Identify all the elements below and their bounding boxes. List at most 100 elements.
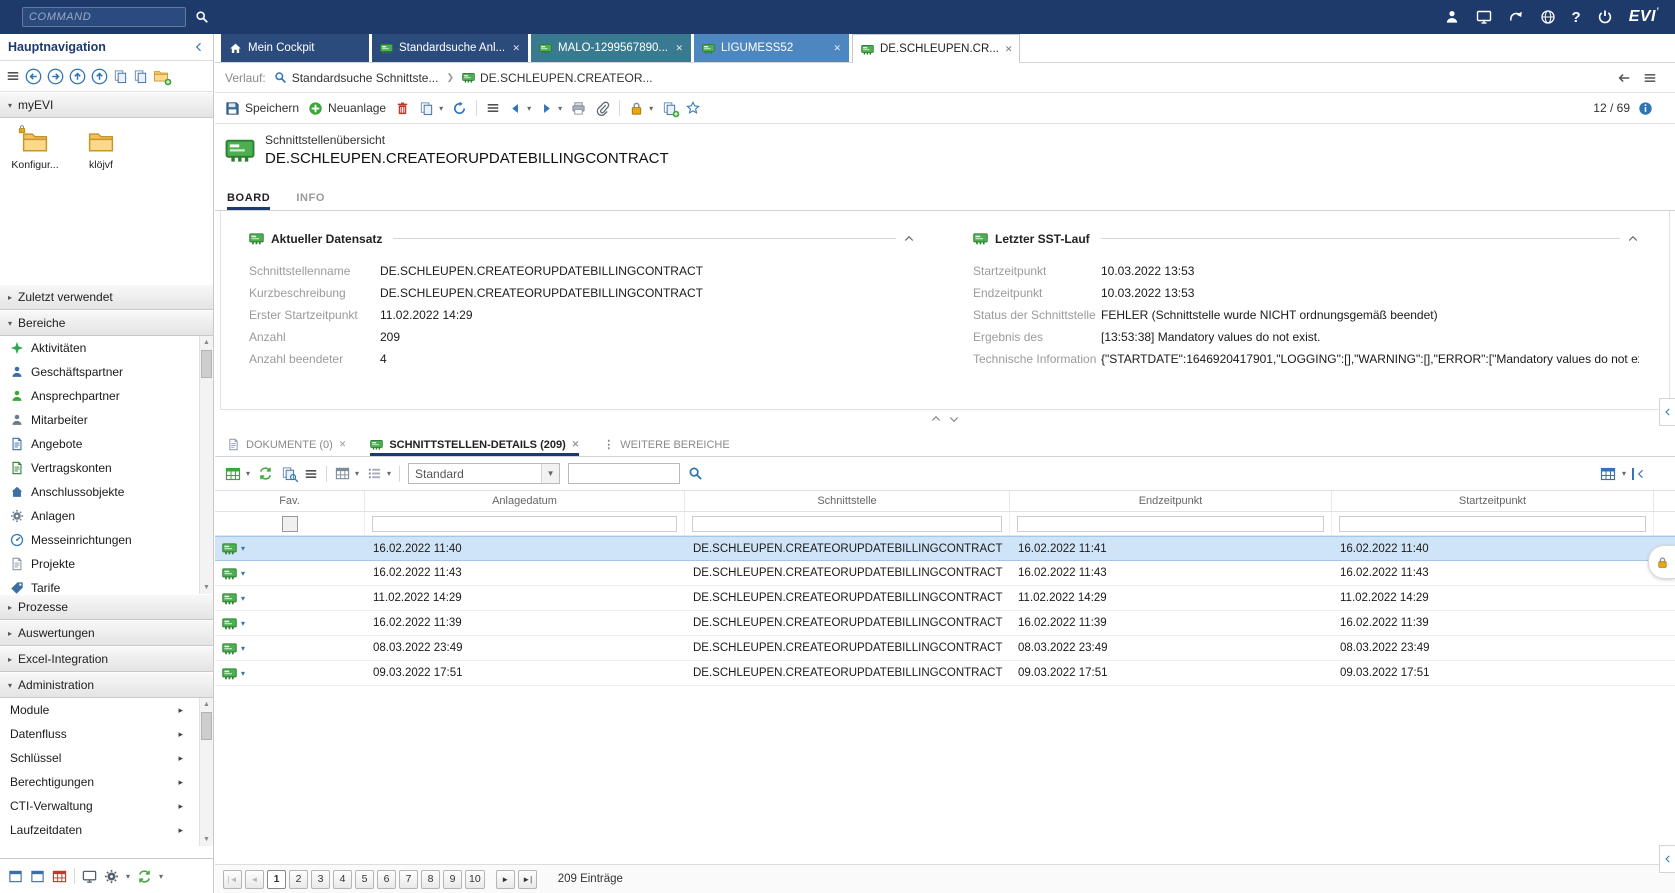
command-search-icon[interactable] xyxy=(195,10,209,24)
scroll-up-icon[interactable]: ▲ xyxy=(200,336,213,349)
refresh-icon[interactable] xyxy=(452,101,467,116)
scroll-up-icon[interactable]: ▲ xyxy=(200,698,213,711)
bereiche-scrollbar[interactable]: ▲ ▼ xyxy=(199,336,213,594)
sidebar-item-projekte[interactable]: Projekte xyxy=(0,552,213,576)
row-menu-caret-icon[interactable]: ▾ xyxy=(241,644,245,653)
first-page-button[interactable]: |◄ xyxy=(223,870,242,889)
close-icon[interactable]: ✕ xyxy=(572,439,580,450)
dropdown-caret-icon[interactable]: ▾ xyxy=(126,872,130,881)
sidebar-item-laufzeitdaten[interactable]: Laufzeitdaten ▸ xyxy=(0,818,213,842)
sidebar-item-angebote[interactable]: Angebote xyxy=(0,432,213,456)
delete-icon[interactable] xyxy=(395,101,410,116)
filter-input-startzeitpunkt[interactable] xyxy=(1339,516,1646,532)
section-excel-integration[interactable]: ▸ Excel-Integration xyxy=(0,646,213,672)
row-menu-caret-icon[interactable]: ▾ xyxy=(241,669,245,678)
page-button-2[interactable]: 2 xyxy=(289,870,308,889)
attachment-icon[interactable] xyxy=(595,101,610,116)
collapse-panel-icon[interactable] xyxy=(1627,233,1639,245)
nav-up-icon[interactable] xyxy=(69,68,86,85)
filter-input-endzeitpunkt[interactable] xyxy=(1017,516,1324,532)
breadcrumb-standardsuche[interactable]: Standardsuche Schnittste... xyxy=(274,71,439,85)
menu-icon[interactable] xyxy=(486,101,500,115)
scroll-down-icon[interactable]: ▼ xyxy=(200,833,213,846)
quick-filter-input[interactable] xyxy=(568,463,680,484)
panel-splitter[interactable] xyxy=(215,410,1675,428)
last-page-button[interactable]: ►| xyxy=(518,870,537,889)
add-document-button[interactable] xyxy=(662,101,677,116)
tab-info[interactable]: INFO xyxy=(296,192,325,210)
tab-schnittstellen-details[interactable]: SCHNITTSTELLEN-DETAILS (209) ✕ xyxy=(370,438,579,456)
table-row[interactable]: ▾ 09.03.2022 17:51 DE.SCHLEUPEN.CREATEOR… xyxy=(215,661,1675,686)
sidebar-item-cti-verwaltung[interactable]: CTI-Verwaltung ▸ xyxy=(0,794,213,818)
column-header-endzeitpunkt[interactable]: Endzeitpunkt xyxy=(1010,491,1332,511)
tab-mein-cockpit[interactable]: Mein Cockpit xyxy=(221,34,369,62)
previous-page-button[interactable]: ◄ xyxy=(245,870,264,889)
folder-kloejvf[interactable]: klöjvf xyxy=(70,128,132,171)
sidebar-item-aktivitaeten[interactable]: Aktivitäten xyxy=(0,336,213,360)
red-table-icon[interactable] xyxy=(52,869,67,884)
folder-konfigur[interactable]: Konfigur... xyxy=(4,128,66,171)
administration-scrollbar[interactable]: ▲ ▼ xyxy=(199,698,213,846)
close-icon[interactable]: ✕ xyxy=(339,439,347,450)
sidebar-item-module[interactable]: Module ▸ xyxy=(0,698,213,722)
section-zuletzt-verwendet[interactable]: ▸ Zuletzt verwendet xyxy=(0,284,213,310)
window-icon[interactable] xyxy=(8,869,23,884)
sidebar-item-datenfluss[interactable]: Datenfluss ▸ xyxy=(0,722,213,746)
column-header-schnittstelle[interactable]: Schnittstelle xyxy=(685,491,1010,511)
splitter-down-icon[interactable] xyxy=(948,413,960,425)
table-row[interactable]: ▾ 11.02.2022 14:29 DE.SCHLEUPEN.CREATEOR… xyxy=(215,586,1675,611)
section-administration[interactable]: ▾ Administration xyxy=(0,672,213,698)
history-menu-icon[interactable] xyxy=(1643,71,1657,85)
page-button-10[interactable]: 10 xyxy=(465,870,485,889)
new-folder-icon[interactable] xyxy=(153,68,169,84)
user-icon[interactable] xyxy=(1444,9,1460,25)
page-button-4[interactable]: 4 xyxy=(333,870,352,889)
print-icon[interactable] xyxy=(571,101,586,116)
close-icon[interactable]: ✕ xyxy=(833,43,841,54)
menu-icon[interactable] xyxy=(304,467,318,481)
close-icon[interactable]: ✕ xyxy=(512,43,520,54)
column-header-anlagedatum[interactable]: Anlagedatum xyxy=(365,491,685,511)
sidebar-item-tarife[interactable]: Tarife xyxy=(0,576,213,594)
tab-ligumess52[interactable]: LIGUMESS52 ✕ xyxy=(694,34,849,62)
sidebar-collapse-icon[interactable] xyxy=(193,41,205,53)
row-menu-caret-icon[interactable]: ▾ xyxy=(241,619,245,628)
section-bereiche[interactable]: ▾ Bereiche xyxy=(0,310,213,336)
new-record-button[interactable]: Neuanlage xyxy=(308,101,386,116)
view-select[interactable]: Standard ▼ xyxy=(408,463,560,484)
page-button-6[interactable]: 6 xyxy=(377,870,396,889)
splitter-up-icon[interactable] xyxy=(930,413,942,425)
favorite-star-icon[interactable] xyxy=(686,101,700,115)
sidebar-item-vertragskonten[interactable]: Vertragskonten xyxy=(0,456,213,480)
sessions-monitor-icon[interactable] xyxy=(1476,9,1492,25)
section-auswertungen[interactable]: ▸ Auswertungen xyxy=(0,620,213,646)
nav-forward-icon[interactable] xyxy=(47,68,64,85)
table-row[interactable]: ▾ 08.03.2022 23:49 DE.SCHLEUPEN.CREATEOR… xyxy=(215,636,1675,661)
grid-view-button[interactable]: ▾ xyxy=(225,466,250,482)
tab-weitere-bereiche[interactable]: ⋮ WEITERE BEREICHE xyxy=(603,438,729,456)
copy-icon[interactable] xyxy=(133,69,148,84)
page-button-9[interactable]: 9 xyxy=(443,870,462,889)
sidebar-menu-icon[interactable] xyxy=(6,69,20,83)
sidebar-item-geschaeftspartner[interactable]: Geschäftspartner xyxy=(0,360,213,384)
sync-icon[interactable] xyxy=(258,466,273,481)
nav-top-icon[interactable] xyxy=(91,68,108,85)
page-button-8[interactable]: 8 xyxy=(421,870,440,889)
sidebar-item-berechtigungen[interactable]: Berechtigungen ▸ xyxy=(0,770,213,794)
chevron-down-icon[interactable]: ▼ xyxy=(541,464,559,483)
page-button-7[interactable]: 7 xyxy=(399,870,418,889)
dropdown-caret-icon[interactable]: ▾ xyxy=(159,872,163,881)
page-button-5[interactable]: 5 xyxy=(355,870,374,889)
fav-filter-checkbox[interactable] xyxy=(282,516,298,532)
export-table-icon[interactable] xyxy=(1600,466,1616,482)
nav-back-icon[interactable] xyxy=(25,68,42,85)
list-layout-button[interactable]: ▾ xyxy=(367,466,391,481)
search-in-list-button[interactable] xyxy=(281,466,296,481)
table-row[interactable]: ▾ 16.02.2022 11:43 DE.SCHLEUPEN.CREATEOR… xyxy=(215,561,1675,586)
gear-icon[interactable] xyxy=(104,869,119,884)
section-prozesse[interactable]: ▸ Prozesse xyxy=(0,594,213,620)
close-icon[interactable]: ✕ xyxy=(1005,44,1013,55)
section-myevi[interactable]: ▾ myEVI xyxy=(0,92,213,118)
tab-standardsuche[interactable]: Standardsuche Anl... ✕ xyxy=(372,34,528,62)
scrollbar-thumb[interactable] xyxy=(201,350,212,378)
